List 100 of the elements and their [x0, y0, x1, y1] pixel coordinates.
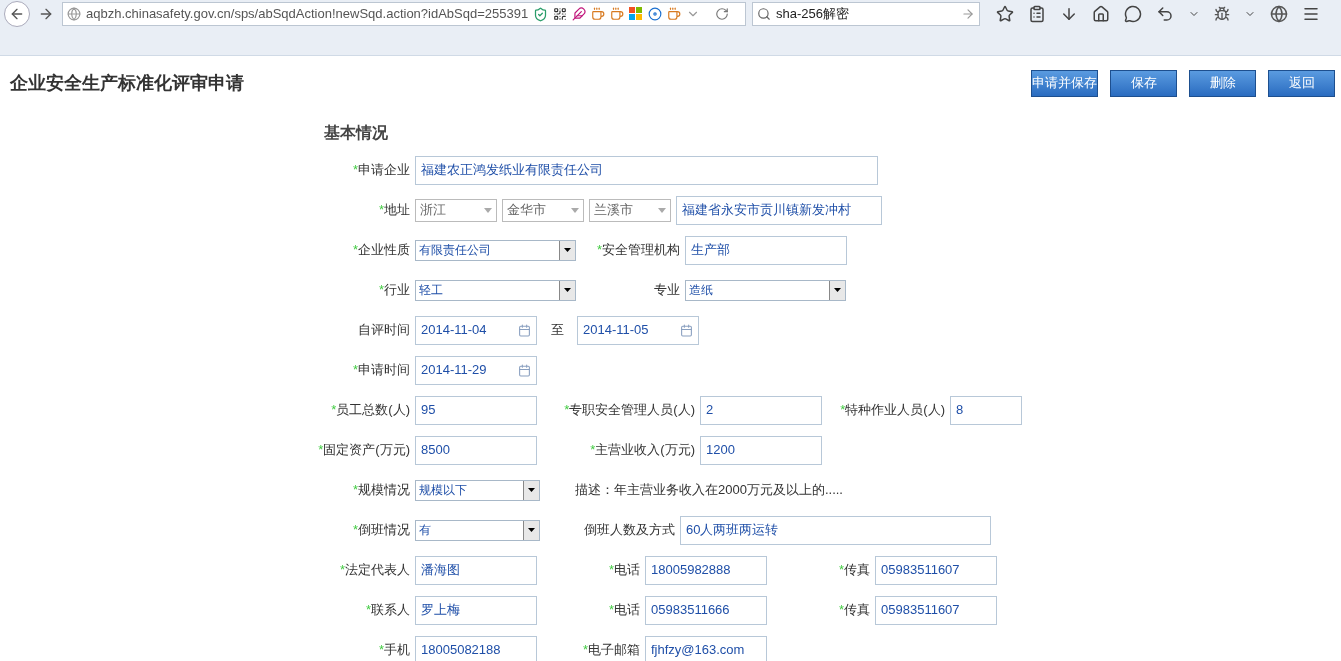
- label-text: 倒班情况: [358, 522, 410, 538]
- label-text: 手机: [384, 642, 410, 658]
- caret-icon: [571, 207, 579, 213]
- reload-icon[interactable]: [715, 7, 730, 21]
- date-field[interactable]: 2014-11-29: [415, 355, 537, 385]
- label-text: 电话: [614, 562, 640, 578]
- select-box[interactable]: 有: [415, 519, 540, 541]
- label-text: 安全管理机构: [602, 242, 680, 258]
- address-bar[interactable]: aqbzh.chinasafety.gov.cn/sps/abSqdAction!newSqd.action?idAbSqd=255391: [62, 2, 746, 26]
- required-asterisk: *: [318, 442, 324, 458]
- text-field[interactable]: 罗上梅: [415, 595, 537, 625]
- globe-icon: [67, 7, 81, 21]
- dropdown[interactable]: 浙江: [415, 198, 497, 222]
- calendar-icon: [518, 363, 531, 377]
- label-text: 联系人: [371, 602, 410, 618]
- text-field[interactable]: 05983511666: [645, 595, 767, 625]
- select-box[interactable]: 轻工: [415, 279, 576, 301]
- text-field[interactable]: 95: [415, 395, 537, 425]
- text-field[interactable]: 1200: [700, 435, 822, 465]
- required-asterisk: *: [352, 242, 358, 258]
- label-text: 自评时间: [358, 322, 410, 338]
- text-field[interactable]: 生产部: [685, 235, 847, 265]
- range-separator: 至: [549, 321, 565, 340]
- text-field[interactable]: 2: [700, 395, 822, 425]
- text-field[interactable]: 8: [950, 395, 1022, 425]
- select-box[interactable]: 造纸: [685, 279, 846, 301]
- qr-code-icon[interactable]: [553, 7, 568, 21]
- text-field[interactable]: 福建农正鸿发纸业有限责任公司: [415, 155, 878, 185]
- label-text: 特种作业人员(人): [845, 402, 945, 418]
- required-asterisk: *: [378, 282, 384, 298]
- clipboard-icon[interactable]: [1028, 5, 1046, 23]
- text-field[interactable]: 18005982888: [645, 555, 767, 585]
- action-button[interactable]: 申请并保存: [1031, 69, 1098, 97]
- required-asterisk: *: [590, 442, 596, 458]
- coffee-cup-icon[interactable]: [591, 7, 606, 21]
- label-text: 申请时间: [358, 362, 410, 378]
- go-arrow-icon[interactable]: [961, 7, 975, 21]
- four-squares-icon[interactable]: [629, 7, 644, 21]
- label-text: 专业: [654, 282, 680, 298]
- calendar-icon: [680, 323, 693, 337]
- globe-icon[interactable]: [1270, 5, 1288, 23]
- required-asterisk: *: [582, 642, 588, 658]
- text-field[interactable]: fjhfzy@163.com: [645, 635, 767, 661]
- text-field[interactable]: 8500: [415, 435, 537, 465]
- label-text: 员工总数(人): [336, 402, 410, 418]
- required-asterisk: *: [352, 162, 358, 178]
- required-asterisk: *: [564, 402, 570, 418]
- label-text: 法定代表人: [345, 562, 410, 578]
- required-asterisk: *: [838, 602, 844, 618]
- label-text: 电话: [614, 602, 640, 618]
- select-box[interactable]: 有限责任公司: [415, 239, 576, 261]
- forward-arrow-icon: [38, 6, 54, 22]
- undo-icon[interactable]: [1156, 5, 1174, 23]
- action-button[interactable]: 删除: [1189, 69, 1256, 97]
- dropdown[interactable]: 兰溪市: [589, 198, 671, 222]
- search-field[interactable]: sha-256解密: [752, 2, 980, 26]
- coffee-cup-icon[interactable]: [667, 7, 682, 21]
- coffee-cup-icon[interactable]: [610, 7, 625, 21]
- menu-icon[interactable]: [1302, 5, 1320, 23]
- label-text: 固定资产(万元): [323, 442, 410, 458]
- required-asterisk: *: [331, 402, 337, 418]
- back-button[interactable]: [4, 1, 30, 27]
- label-text: 传真: [844, 562, 870, 578]
- action-button[interactable]: 返回: [1268, 69, 1335, 97]
- label-text: 传真: [844, 602, 870, 618]
- required-asterisk: *: [596, 242, 602, 258]
- label-text: 主营业收入(万元): [595, 442, 695, 458]
- label-text: 企业性质: [358, 242, 410, 258]
- required-asterisk: *: [378, 202, 384, 218]
- bookmark-star-icon[interactable]: [996, 5, 1014, 23]
- url-text: aqbzh.chinasafety.gov.cn/sps/abSqdAction!newSqd.action?idAbSqd=255391: [86, 5, 529, 24]
- label-text: 申请企业: [358, 162, 410, 178]
- page-title: 企业安全生产标准化评审申请: [10, 71, 244, 95]
- select-box[interactable]: 规模以下: [415, 479, 540, 501]
- text-field[interactable]: 05983511607: [875, 595, 997, 625]
- text-field[interactable]: 05983511607: [875, 555, 997, 585]
- text-field[interactable]: 潘海图: [415, 555, 537, 585]
- label-text: 倒班人数及方式: [584, 522, 675, 538]
- required-asterisk: *: [339, 562, 345, 578]
- search-text: sha-256解密: [776, 5, 850, 24]
- date-field[interactable]: 2014-11-04: [415, 315, 537, 345]
- caret-icon: [484, 207, 492, 213]
- action-button[interactable]: 保存: [1110, 69, 1177, 97]
- label-text: 规模情况: [358, 482, 410, 498]
- home-icon[interactable]: [1092, 5, 1110, 23]
- dropdown[interactable]: 金华市: [502, 198, 584, 222]
- feather-icon[interactable]: [572, 7, 587, 21]
- label-text: 行业: [384, 282, 410, 298]
- caret-icon: [658, 207, 666, 213]
- bug-icon[interactable]: [1214, 6, 1230, 22]
- download-icon[interactable]: [1060, 5, 1078, 23]
- section-title: 基本情况: [323, 123, 389, 143]
- date-field[interactable]: 2014-11-05: [577, 315, 699, 345]
- required-asterisk: *: [365, 602, 371, 618]
- text-field[interactable]: 福建省永安市贡川镇新发冲村: [676, 195, 882, 225]
- text-field[interactable]: 18005082188: [415, 635, 537, 661]
- label-text: 电子邮箱: [588, 642, 640, 658]
- calendar-icon: [518, 323, 531, 337]
- text-field[interactable]: 60人两班两运转: [680, 515, 991, 545]
- chat-icon[interactable]: [1124, 5, 1142, 23]
